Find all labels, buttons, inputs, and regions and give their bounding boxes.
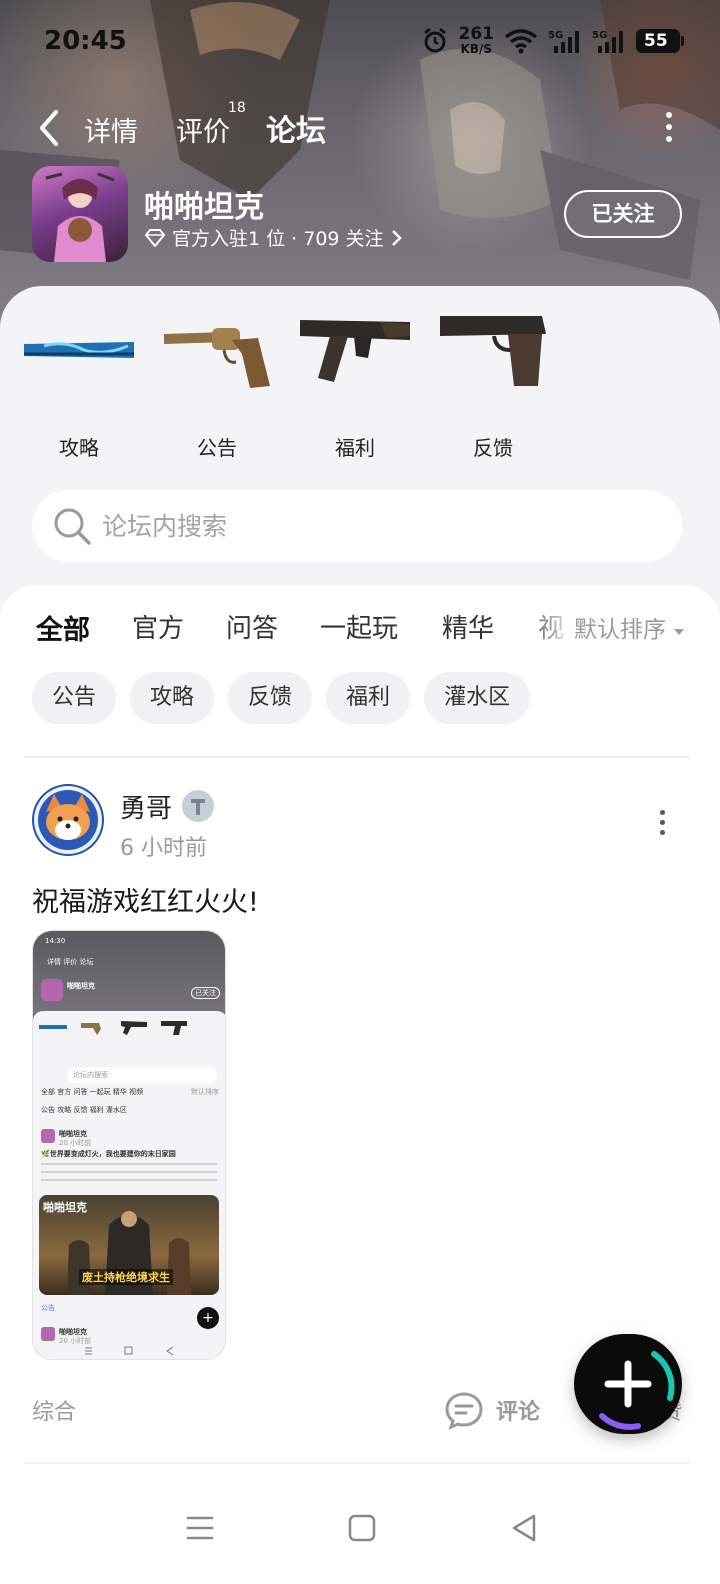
signal-5g-icon: 5G: [548, 30, 579, 53]
game-icon-art: [45, 172, 115, 262]
chevron-right-icon: [391, 229, 402, 246]
back-arrow-icon[interactable]: [34, 108, 64, 148]
game-icon[interactable]: [32, 166, 128, 262]
divider: [24, 756, 690, 758]
search-input[interactable]: [102, 490, 662, 562]
create-post-button[interactable]: [574, 1334, 682, 1434]
chip-chitchat[interactable]: 灌水区: [424, 672, 531, 724]
chip-guide[interactable]: 攻略: [130, 672, 215, 724]
status-bar: 20:45 261 KB/S 5G 5G 55: [0, 20, 720, 64]
alarm-icon: [423, 27, 446, 52]
user-level-badge-icon: [182, 790, 214, 822]
follow-button[interactable]: 已关注: [564, 190, 682, 238]
game-info: 啪啪坦克 官方入驻1 位 · 709 关注 已关注: [32, 166, 692, 262]
sort-dropdown[interactable]: 默认排序: [574, 610, 685, 644]
shiba-avatar-icon: [34, 786, 102, 854]
plus-icon: [599, 1351, 675, 1430]
thumbnail-banner: 啪啪坦克 废土持枪绝境求生: [39, 1195, 219, 1295]
post-author[interactable]: 勇哥: [120, 788, 172, 825]
category-shortcuts: 攻略 公告 福利 反馈: [24, 310, 584, 480]
game-name: 啪啪坦克: [144, 190, 264, 225]
wifi-icon: [504, 28, 538, 53]
caret-down-icon: [674, 629, 685, 635]
category-announcement[interactable]: 公告: [162, 310, 272, 470]
feed-tab-qa[interactable]: 问答: [226, 608, 278, 645]
top-nav: 详情 评价 18 论坛: [0, 100, 720, 160]
tab-forum[interactable]: 论坛: [266, 106, 326, 150]
thumbnail-weapons: [39, 1021, 187, 1035]
diamond-icon: [144, 228, 166, 247]
battery-icon: 55: [636, 28, 684, 53]
feed-tab-play-together[interactable]: 一起玩: [320, 608, 398, 645]
post-more-icon[interactable]: [660, 810, 666, 840]
avatar[interactable]: [32, 784, 104, 856]
post-title[interactable]: 祝福游戏红红火火!: [32, 880, 259, 919]
chip-welfare[interactable]: 福利: [326, 672, 411, 724]
revolver-icon: [164, 328, 270, 388]
category-guide[interactable]: 攻略: [24, 310, 134, 470]
back-icon[interactable]: [504, 1508, 544, 1548]
menu-icon[interactable]: [180, 1508, 220, 1548]
feed-tab-official[interactable]: 官方: [132, 608, 184, 645]
svg-text:5G: 5G: [548, 30, 563, 41]
game-meta[interactable]: 官方入驻1 位 · 709 关注: [144, 224, 402, 251]
search-icon: [54, 508, 91, 545]
post-image[interactable]: 14:30 详情 评价 论坛 啪啪坦克 已关注 论坛内搜索 全部 官方 问答 一…: [32, 930, 226, 1360]
home-icon[interactable]: [342, 1508, 382, 1548]
system-nav-bar: [0, 1478, 720, 1584]
assault-rifle-icon: [300, 320, 410, 382]
comment-icon[interactable]: [444, 1390, 484, 1430]
svg-text:5G: 5G: [592, 30, 607, 41]
topic-chips: 公告 攻略 反馈 福利 灌水区: [32, 672, 531, 724]
feed-tab-featured[interactable]: 精华: [442, 608, 494, 645]
tab-review[interactable]: 评价 18: [176, 100, 246, 149]
pistol-icon: [440, 316, 546, 386]
category-welfare[interactable]: 福利: [300, 310, 410, 470]
thumbnail-game-icon: [41, 979, 63, 1001]
chip-announcement[interactable]: 公告: [32, 672, 117, 724]
signal-5g-icon: 5G: [592, 30, 623, 53]
status-time: 20:45: [44, 26, 127, 56]
divider: [24, 1462, 690, 1464]
tab-detail[interactable]: 详情: [84, 110, 138, 149]
baseball-bat-icon: [24, 342, 134, 358]
network-speed: 261 KB/S: [458, 24, 495, 56]
more-options-icon[interactable]: [666, 112, 674, 144]
post-time: 6 小时前: [120, 836, 207, 861]
chip-feedback[interactable]: 反馈: [228, 672, 313, 724]
feed-tabs: 全部 官方 问答 一起玩 精华 视: [36, 608, 576, 648]
feed-tab-all[interactable]: 全部: [36, 608, 90, 647]
post-category[interactable]: 综合: [32, 1394, 76, 1426]
forum-search-bar[interactable]: [32, 490, 682, 562]
review-count-badge: 18: [228, 100, 246, 116]
category-feedback[interactable]: 反馈: [438, 310, 548, 470]
comment-label[interactable]: 评论: [496, 1394, 540, 1426]
